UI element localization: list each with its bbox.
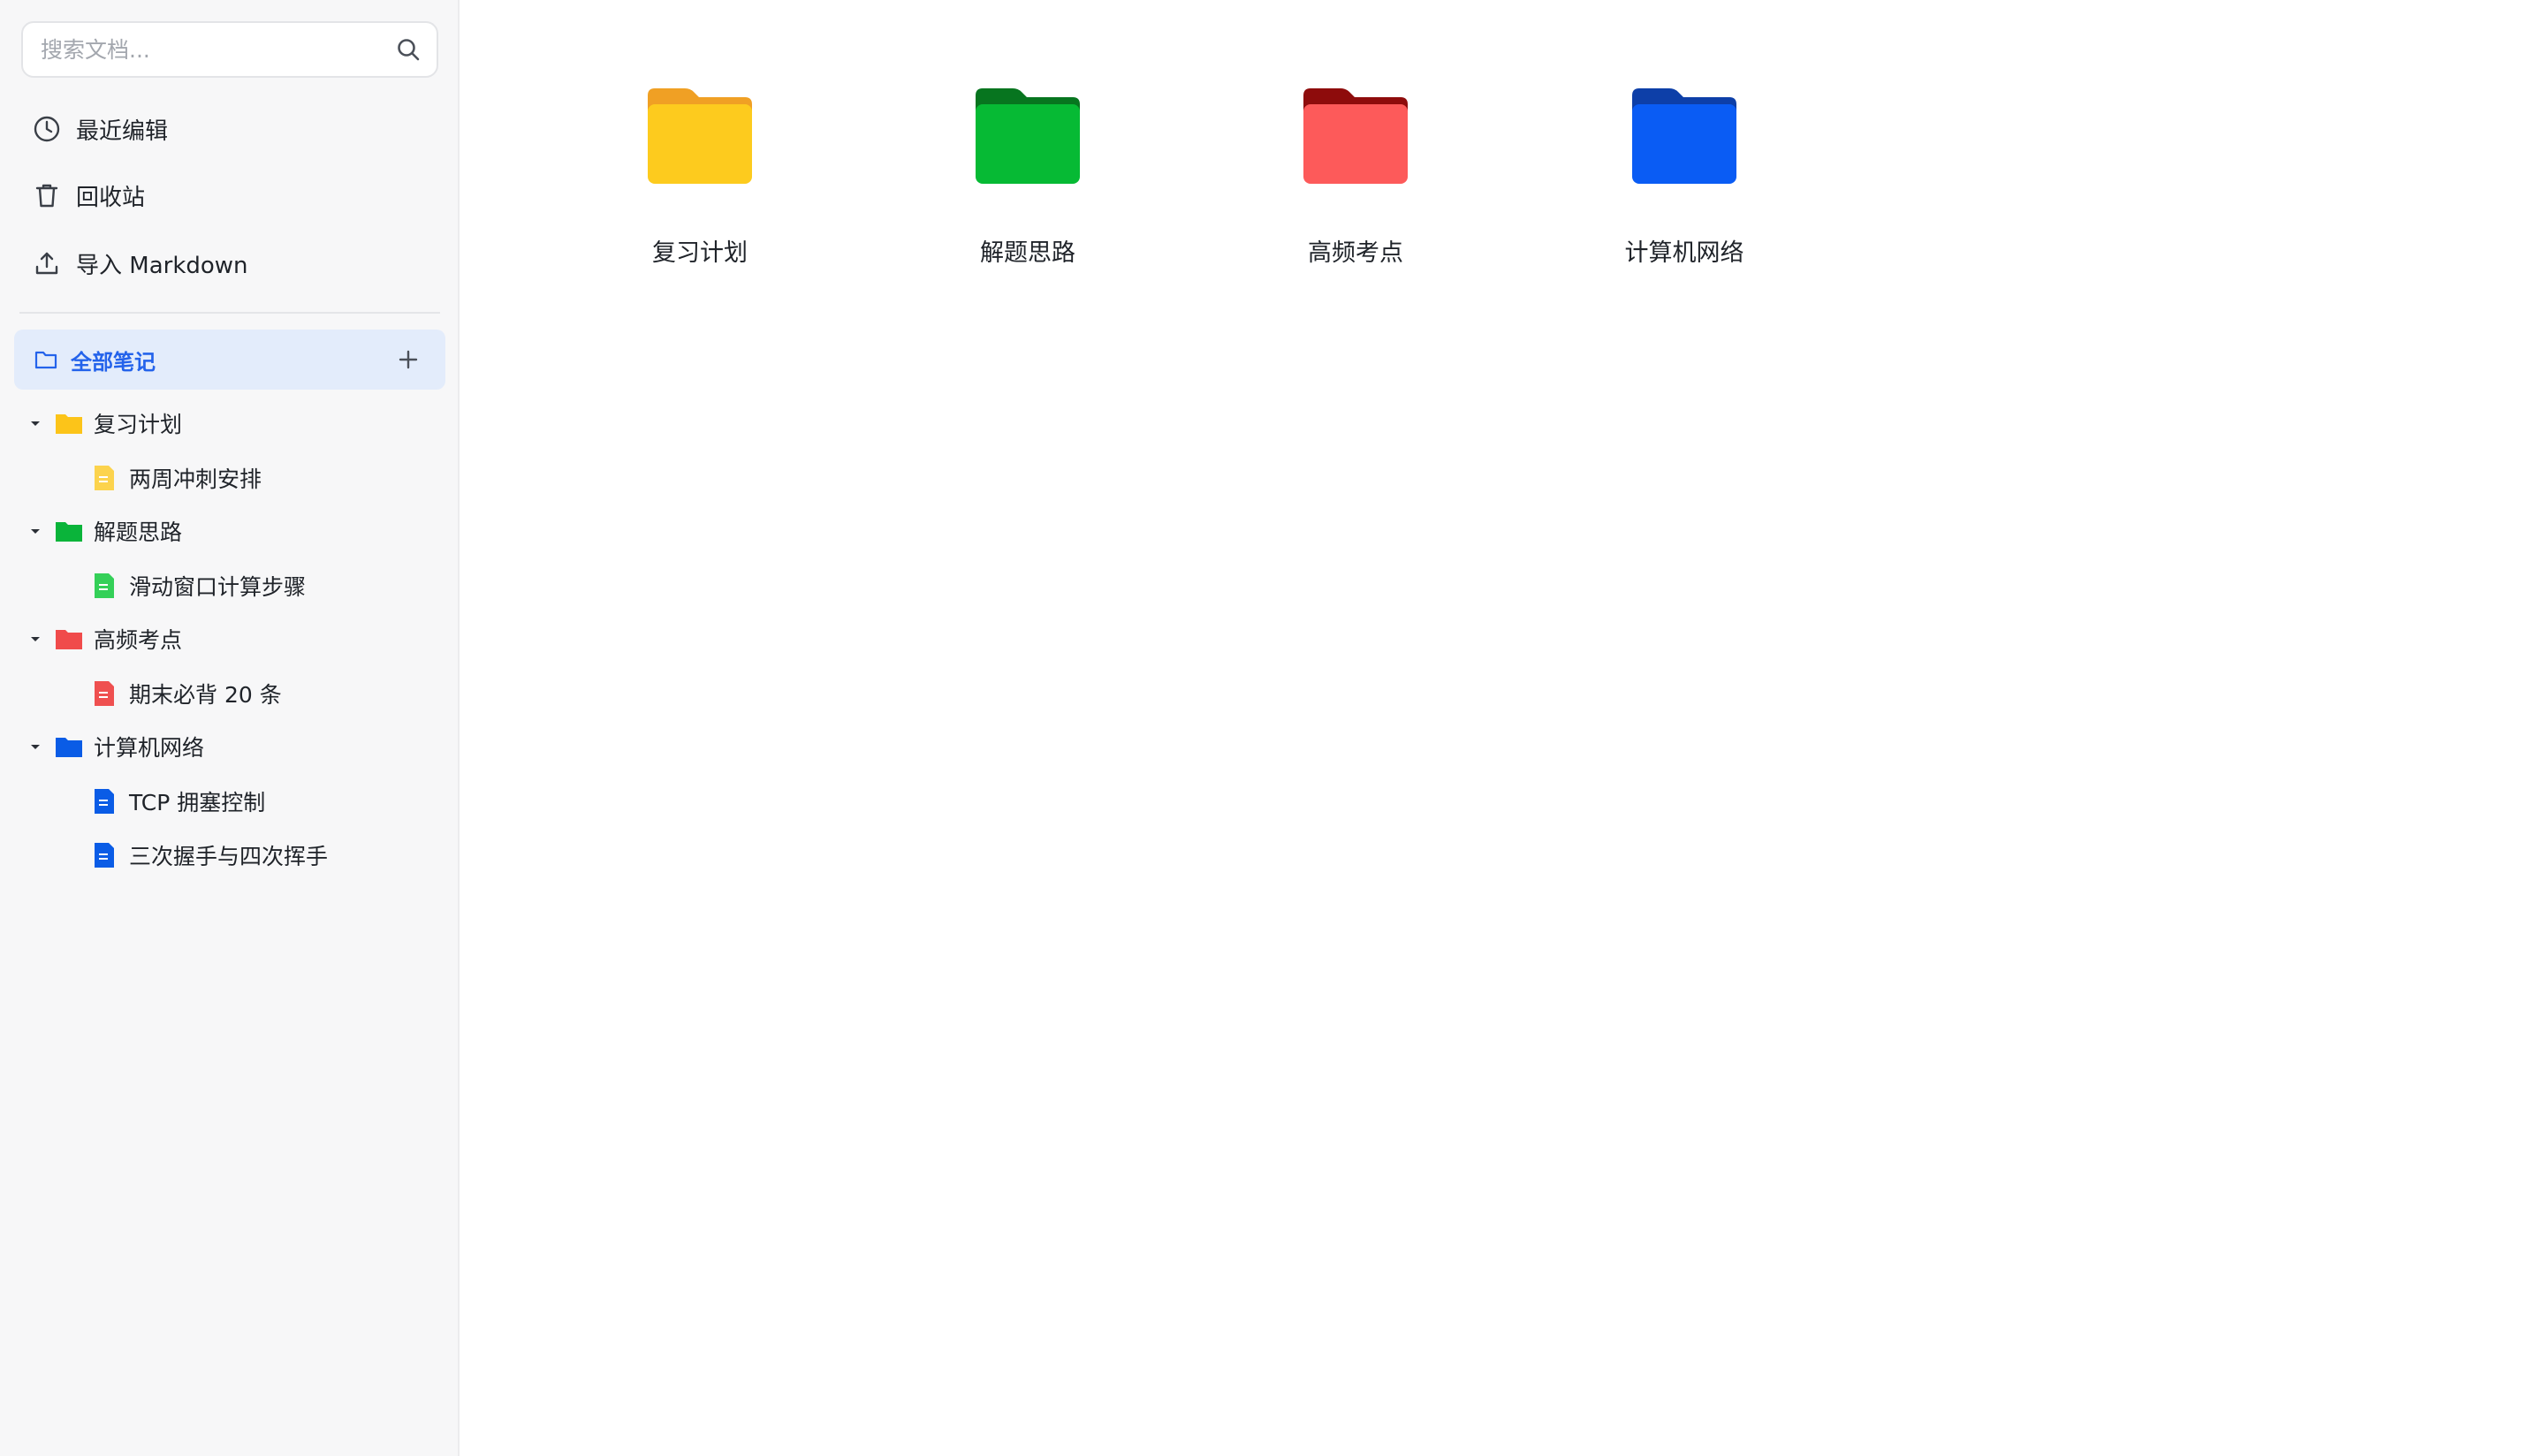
trash-icon — [32, 180, 62, 210]
folder-grid: 复习计划 解题思路 高频考点 计算机网络 — [461, 0, 2545, 1456]
tree-folder-review-plan[interactable]: 复习计划 — [21, 401, 182, 445]
nav-recent-edits[interactable]: 最近编辑 — [21, 101, 438, 157]
nav-import-markdown[interactable]: 导入 Markdown — [21, 235, 438, 292]
nav-import-label: 导入 Markdown — [76, 252, 248, 279]
folder-icon — [56, 738, 82, 757]
nav-trash[interactable]: 回收站 — [21, 167, 438, 224]
caret-down-icon[interactable] — [27, 630, 44, 648]
folder-tile-label: 计算机网络 — [1624, 239, 1744, 267]
document-icon — [95, 466, 114, 490]
nav-trash-label: 回收站 — [76, 184, 146, 211]
folder-tile-label: 复习计划 — [652, 239, 748, 267]
tree-folder-computer-network[interactable]: 计算机网络 — [21, 724, 204, 769]
upload-icon — [32, 248, 62, 278]
tree-note-label: 三次握手与四次挥手 — [129, 844, 329, 869]
folder-tile-label: 解题思路 — [980, 239, 1075, 267]
caret-down-icon[interactable] — [27, 522, 44, 540]
tree-note[interactable]: 滑动窗口计算步骤 — [92, 564, 306, 608]
search-box — [21, 21, 438, 78]
folder-tile[interactable]: 高频考点 — [1223, 71, 1488, 292]
folder-icon — [1303, 88, 1408, 184]
tree-note-label: TCP 拥塞控制 — [129, 790, 266, 815]
folder-icon — [648, 88, 752, 184]
folder-icon — [1632, 88, 1736, 184]
tree-folder-label: 高频考点 — [94, 627, 183, 653]
tree-note-label: 两周冲刺安排 — [129, 466, 262, 492]
caret-down-icon[interactable] — [27, 738, 44, 755]
folder-tile[interactable]: 解题思路 — [895, 71, 1160, 292]
caret-down-icon[interactable] — [27, 414, 44, 432]
tree-note-label: 滑动窗口计算步骤 — [129, 574, 307, 600]
tree-folder-label: 解题思路 — [94, 519, 183, 545]
tree-folder-label: 复习计划 — [94, 412, 183, 437]
tree-note[interactable]: 三次握手与四次挥手 — [92, 833, 328, 877]
folder-outline-icon — [34, 351, 57, 369]
plus-icon[interactable] — [396, 347, 421, 372]
folder-icon — [56, 522, 82, 542]
all-notes-label: 全部笔记 — [71, 349, 156, 375]
search-icon[interactable] — [396, 37, 421, 62]
document-icon — [95, 573, 114, 598]
clock-icon — [32, 114, 62, 144]
document-icon — [95, 843, 114, 868]
tree-folder-solution-ideas[interactable]: 解题思路 — [21, 509, 182, 553]
sidebar: 最近编辑 回收站 导入 Markdown — [0, 0, 460, 1456]
folder-icon — [56, 630, 82, 649]
document-icon — [95, 681, 114, 706]
tree-note[interactable]: 期末必背 20 条 — [92, 671, 282, 716]
folder-icon — [56, 414, 82, 434]
folder-icon — [976, 88, 1080, 184]
folder-tile-label: 高频考点 — [1308, 239, 1403, 267]
tree-note[interactable]: TCP 拥塞控制 — [92, 779, 265, 823]
nav-recent-label: 最近编辑 — [76, 118, 169, 145]
tree-folder-key-points[interactable]: 高频考点 — [21, 617, 182, 661]
sidebar-divider — [19, 312, 440, 314]
tree-note[interactable]: 两周冲刺安排 — [92, 456, 262, 500]
folder-tile[interactable]: 计算机网络 — [1552, 71, 1817, 292]
tree-note-label: 期末必背 20 条 — [129, 682, 282, 708]
app-window: 最近编辑 回收站 导入 Markdown — [0, 0, 2545, 1456]
search-input[interactable] — [41, 23, 376, 76]
tree-folder-label: 计算机网络 — [94, 735, 205, 761]
document-icon — [95, 789, 114, 814]
all-notes-item[interactable]: 全部笔记 — [14, 330, 445, 390]
folder-tile[interactable]: 复习计划 — [567, 71, 832, 292]
